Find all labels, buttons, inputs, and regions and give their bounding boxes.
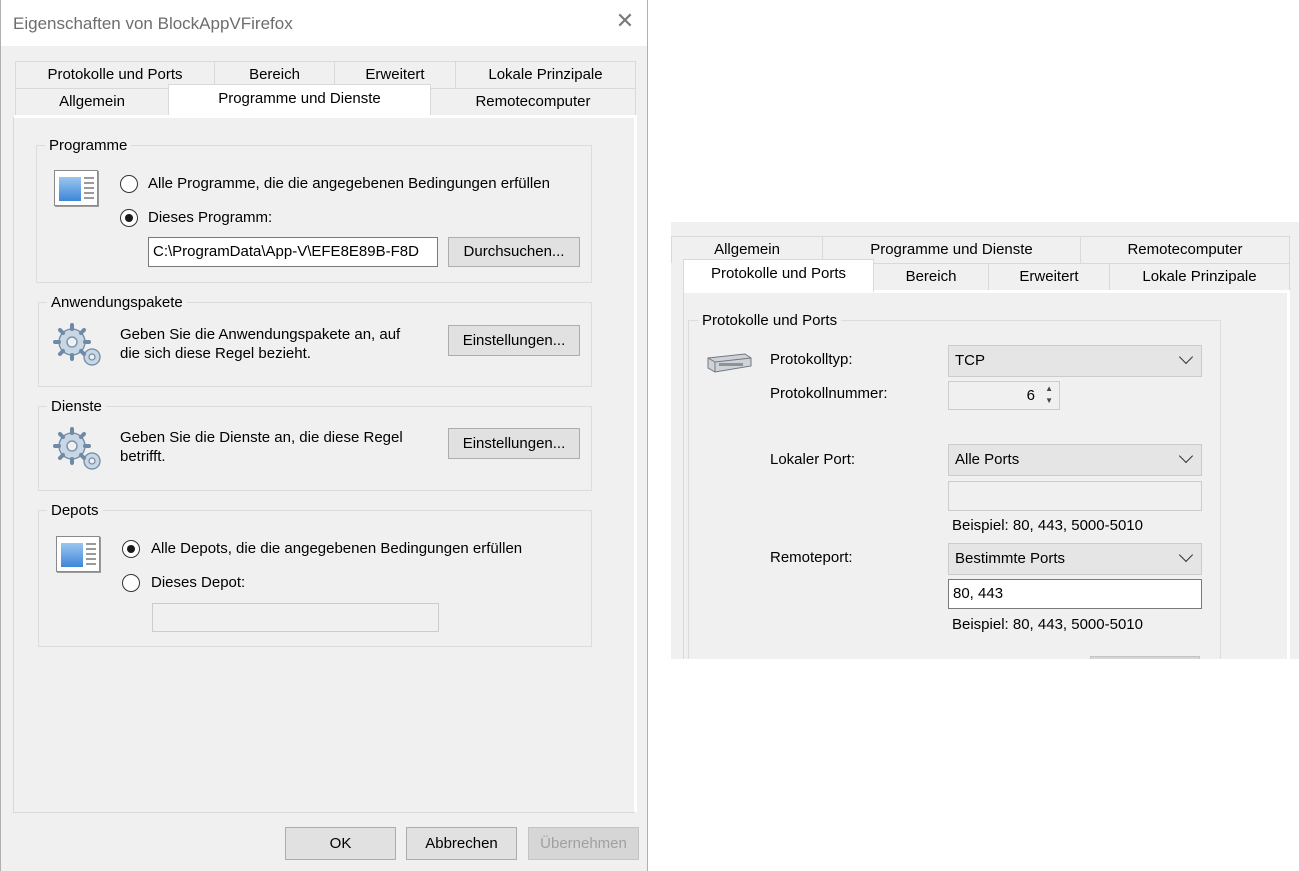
remote-port-value: Bestimmte Ports	[955, 550, 1066, 567]
tab-scope-2[interactable]: Bereich	[873, 263, 989, 290]
this-depot-label: Dieses Depot:	[151, 574, 246, 591]
protocols-ports-panel: Allgemein Programme und Dienste Remoteco…	[671, 222, 1299, 659]
services-group-label: Dienste	[47, 398, 106, 415]
depot-icon	[56, 536, 100, 572]
network-connector-icon	[707, 353, 752, 373]
browse-button[interactable]: Durchsuchen...	[448, 237, 580, 267]
protocol-type-value: TCP	[955, 352, 985, 369]
tab-local-principals-2[interactable]: Lokale Prinzipale	[1109, 263, 1290, 290]
protocol-number-value: 6	[1026, 387, 1035, 404]
protocol-type-dropdown[interactable]: TCP	[948, 345, 1202, 377]
tab-advanced-2[interactable]: Erweitert	[988, 263, 1110, 290]
remote-port-input[interactable]: 80, 443	[948, 579, 1202, 609]
services-settings-button[interactable]: Einstellungen...	[448, 428, 580, 459]
packages-description-line2: die sich diese Regel bezieht.	[120, 345, 311, 362]
all-programs-radio[interactable]	[120, 175, 138, 193]
chevron-down-icon	[1178, 448, 1194, 464]
depots-group-label: Depots	[47, 502, 103, 519]
tab-general[interactable]: Allgemein	[15, 88, 169, 115]
all-depots-label: Alle Depots, die die angegebenen Bedingu…	[151, 540, 523, 557]
close-icon[interactable]: ✕	[613, 9, 637, 33]
protocol-number-label: Protokollnummer:	[770, 385, 888, 402]
local-port-example: Beispiel: 80, 443, 5000-5010	[952, 517, 1143, 534]
local-port-value: Alle Ports	[955, 451, 1020, 468]
local-port-input[interactable]	[948, 481, 1202, 511]
cancel-button[interactable]: Abbrechen	[406, 827, 517, 860]
stepper-down-icon[interactable]: ▼	[1045, 396, 1053, 405]
packages-group-label: Anwendungspakete	[47, 294, 187, 311]
all-programs-label: Alle Programme, die die angegebenen Bedi…	[148, 175, 550, 192]
protocol-type-label: Protokolltyp:	[770, 351, 853, 368]
tab-programs-services[interactable]: Programme und Dienste	[168, 84, 431, 115]
tab-remote-computers-2[interactable]: Remotecomputer	[1080, 236, 1290, 263]
this-program-radio[interactable]	[120, 209, 138, 227]
protocols-group-label: Protokolle und Ports	[698, 312, 842, 329]
program-path-input[interactable]: C:\ProgramData\App-V\EFE8E89B-F8D	[148, 237, 438, 267]
remote-port-example: Beispiel: 80, 443, 5000-5010	[952, 616, 1143, 633]
depot-input[interactable]	[152, 603, 439, 632]
local-port-dropdown[interactable]: Alle Ports	[948, 444, 1202, 476]
programs-group-label: Programme	[45, 137, 132, 154]
tab-remote-computers[interactable]: Remotecomputer	[430, 88, 636, 115]
customize-button-partial[interactable]	[1090, 656, 1200, 659]
remote-port-label: Remoteport:	[770, 549, 853, 566]
this-depot-radio[interactable]	[122, 574, 140, 592]
properties-dialog: Eigenschaften von BlockAppVFirefox ✕ Pro…	[0, 0, 648, 871]
services-gears-icon	[53, 427, 101, 470]
services-description-line1: Geben Sie die Dienste an, die diese Rege…	[120, 429, 403, 446]
ok-button[interactable]: OK	[285, 827, 396, 860]
protocol-number-stepper[interactable]: 6 ▲ ▼	[948, 381, 1060, 410]
chevron-down-icon	[1178, 349, 1194, 365]
tab-local-principals[interactable]: Lokale Prinzipale	[455, 61, 636, 88]
all-depots-radio[interactable]	[122, 540, 140, 558]
remote-port-dropdown[interactable]: Bestimmte Ports	[948, 543, 1202, 575]
this-program-label: Dieses Programm:	[148, 209, 273, 226]
local-port-label: Lokaler Port:	[770, 451, 856, 468]
apply-button[interactable]: Übernehmen	[528, 827, 639, 860]
title-bar: Eigenschaften von BlockAppVFirefox ✕	[1, 0, 647, 46]
stepper-up-icon[interactable]: ▲	[1045, 384, 1053, 393]
dialog-title: Eigenschaften von BlockAppVFirefox	[13, 14, 293, 33]
services-description-line2: betrifft.	[120, 448, 166, 465]
chevron-down-icon	[1178, 547, 1194, 563]
application-icon	[54, 170, 98, 206]
packages-settings-button[interactable]: Einstellungen...	[448, 325, 580, 356]
tab-protocols-ports-2[interactable]: Protokolle und Ports	[683, 259, 874, 292]
packages-description-line1: Geben Sie die Anwendungspakete an, auf	[120, 326, 401, 343]
settings-gears-icon	[53, 323, 101, 366]
